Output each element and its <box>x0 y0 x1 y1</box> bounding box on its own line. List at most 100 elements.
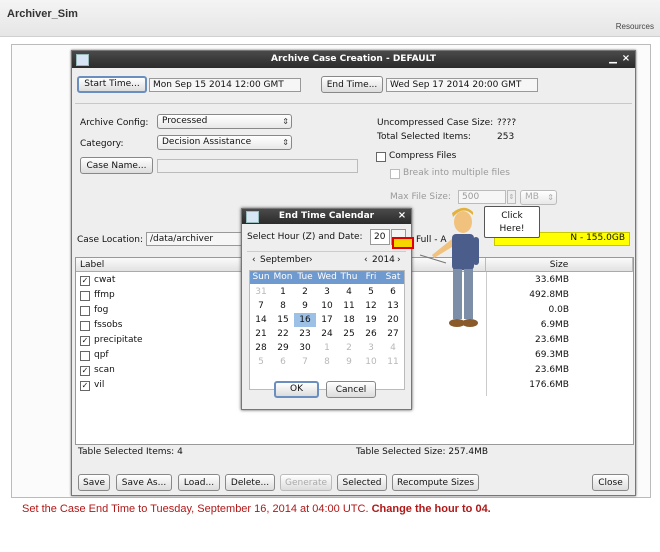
recompute-sizes-button[interactable]: Recompute Sizes <box>392 474 479 491</box>
calendar-day[interactable]: 30 <box>294 341 316 355</box>
calendar-day[interactable]: 23 <box>294 327 316 341</box>
compress-files-checkbox[interactable] <box>376 152 386 162</box>
calendar-day[interactable]: 15 <box>272 313 294 327</box>
close-button[interactable]: Close <box>592 474 629 491</box>
ok-button[interactable]: OK <box>274 381 319 398</box>
save-as-button[interactable]: Save As... <box>116 474 172 491</box>
calendar-day[interactable]: 2 <box>294 285 316 299</box>
case-name-button[interactable]: Case Name... <box>80 157 153 174</box>
case-name-field[interactable] <box>157 159 358 173</box>
total-items-value: 253 <box>497 132 515 142</box>
calendar-day[interactable]: 6 <box>382 285 404 299</box>
row-checkbox[interactable] <box>80 291 90 301</box>
calendar-day[interactable]: 29 <box>272 341 294 355</box>
calendar-day[interactable]: 3 <box>316 285 338 299</box>
save-button[interactable]: Save <box>78 474 110 491</box>
calendar-day[interactable]: 17 <box>316 313 338 327</box>
next-year-icon[interactable]: › <box>397 255 401 265</box>
max-size-unit-value: MB <box>525 192 539 202</box>
calendar-day[interactable]: 20 <box>382 313 404 327</box>
category-label: Category: <box>80 139 124 149</box>
calendar-day[interactable]: 1 <box>272 285 294 299</box>
resources-link[interactable]: Resources <box>616 22 654 31</box>
calendar-day-other-month[interactable]: 3 <box>360 341 382 355</box>
archive-config-select[interactable]: Processed ⇕ <box>157 114 292 129</box>
uncompressed-size-value: ???? <box>497 118 517 128</box>
calendar-day[interactable]: 16 <box>294 313 316 327</box>
calendar-day-other-month[interactable]: 6 <box>272 355 294 369</box>
calendar-day[interactable]: 22 <box>272 327 294 341</box>
calendar-day[interactable]: 13 <box>382 299 404 313</box>
hour-field[interactable]: 20 <box>370 229 390 245</box>
calendar-day[interactable]: 24 <box>316 327 338 341</box>
calendar-day[interactable]: 19 <box>360 313 382 327</box>
next-month-icon[interactable]: › <box>309 255 313 265</box>
cancel-button[interactable]: Cancel <box>326 381 376 398</box>
row-checkbox[interactable] <box>80 321 90 331</box>
calendar-day-other-month[interactable]: 9 <box>338 355 360 369</box>
row-checkbox[interactable] <box>80 351 90 361</box>
calendar-day-other-month[interactable]: 4 <box>382 341 404 355</box>
calendar-day[interactable]: 21 <box>250 327 272 341</box>
close-icon[interactable]: × <box>620 53 632 65</box>
case-location-label: Case Location: <box>77 235 143 245</box>
calendar-day[interactable]: 8 <box>272 299 294 313</box>
day-header: Fri <box>365 272 377 282</box>
disk-status-text: N - 155.0GB <box>570 233 625 243</box>
size-column-header[interactable]: Size <box>486 258 633 272</box>
row-label: qpf <box>94 350 109 360</box>
calendar-day[interactable]: 4 <box>338 285 360 299</box>
hour-label: Select Hour (Z) and Date: <box>247 232 363 242</box>
uncompressed-size-label: Uncompressed Case Size: <box>377 118 494 128</box>
calendar-day[interactable]: 12 <box>360 299 382 313</box>
row-checkbox[interactable]: ✓ <box>80 381 90 391</box>
start-time-button[interactable]: Start Time... <box>77 76 147 93</box>
prev-year-icon[interactable]: ‹ <box>364 255 368 265</box>
calendar-day[interactable]: 7 <box>250 299 272 313</box>
calendar-day-other-month[interactable]: 8 <box>316 355 338 369</box>
row-label: vil <box>94 380 105 390</box>
row-label: fssobs <box>94 320 123 330</box>
row-checkbox[interactable]: ✓ <box>80 276 90 286</box>
row-checkbox[interactable]: ✓ <box>80 366 90 376</box>
calendar-day[interactable]: 10 <box>316 299 338 313</box>
max-file-size-field[interactable]: 500 <box>458 190 506 204</box>
selected-button[interactable]: Selected <box>337 474 387 491</box>
row-label: scan <box>94 365 115 375</box>
row-size: 492.8MB <box>529 290 569 300</box>
calendar-day[interactable]: 28 <box>250 341 272 355</box>
max-size-unit-select[interactable]: MB ⇕ <box>520 190 557 205</box>
category-select[interactable]: Decision Assistance ⇕ <box>157 135 292 150</box>
calendar-day[interactable]: 26 <box>360 327 382 341</box>
month-label: September <box>260 255 310 265</box>
calendar-day[interactable]: 14 <box>250 313 272 327</box>
calendar-day[interactable]: 11 <box>338 299 360 313</box>
break-files-checkbox[interactable] <box>390 169 400 179</box>
generate-button[interactable]: Generate <box>280 474 332 491</box>
calendar-day-other-month[interactable]: 2 <box>338 341 360 355</box>
calendar-day-other-month[interactable]: 11 <box>382 355 404 369</box>
delete-button[interactable]: Delete... <box>225 474 275 491</box>
row-checkbox[interactable] <box>80 306 90 316</box>
close-icon[interactable]: × <box>396 210 408 222</box>
calendar-day-other-month[interactable]: 1 <box>316 341 338 355</box>
calendar-day-other-month[interactable]: 5 <box>250 355 272 369</box>
calendar-day[interactable]: 18 <box>338 313 360 327</box>
end-time-button[interactable]: End Time... <box>321 76 383 93</box>
hour-highlight-box[interactable] <box>392 237 414 249</box>
calendar-day-other-month[interactable]: 10 <box>360 355 382 369</box>
day-header: Tue <box>297 272 313 282</box>
minimize-icon[interactable]: ▁ <box>607 53 619 65</box>
calendar-day[interactable]: 9 <box>294 299 316 313</box>
tutorial-character-icon <box>419 207 479 327</box>
max-size-spinner-icon[interactable]: ⇕ <box>507 190 516 204</box>
calendar-day-other-month[interactable]: 7 <box>294 355 316 369</box>
row-checkbox[interactable]: ✓ <box>80 336 90 346</box>
end-time-field: Wed Sep 17 2014 20:00 GMT <box>386 78 538 92</box>
load-button[interactable]: Load... <box>178 474 220 491</box>
calendar-day[interactable]: 27 <box>382 327 404 341</box>
calendar-day-other-month[interactable]: 31 <box>250 285 272 299</box>
calendar-day[interactable]: 5 <box>360 285 382 299</box>
prev-month-icon[interactable]: ‹ <box>252 255 256 265</box>
calendar-day[interactable]: 25 <box>338 327 360 341</box>
